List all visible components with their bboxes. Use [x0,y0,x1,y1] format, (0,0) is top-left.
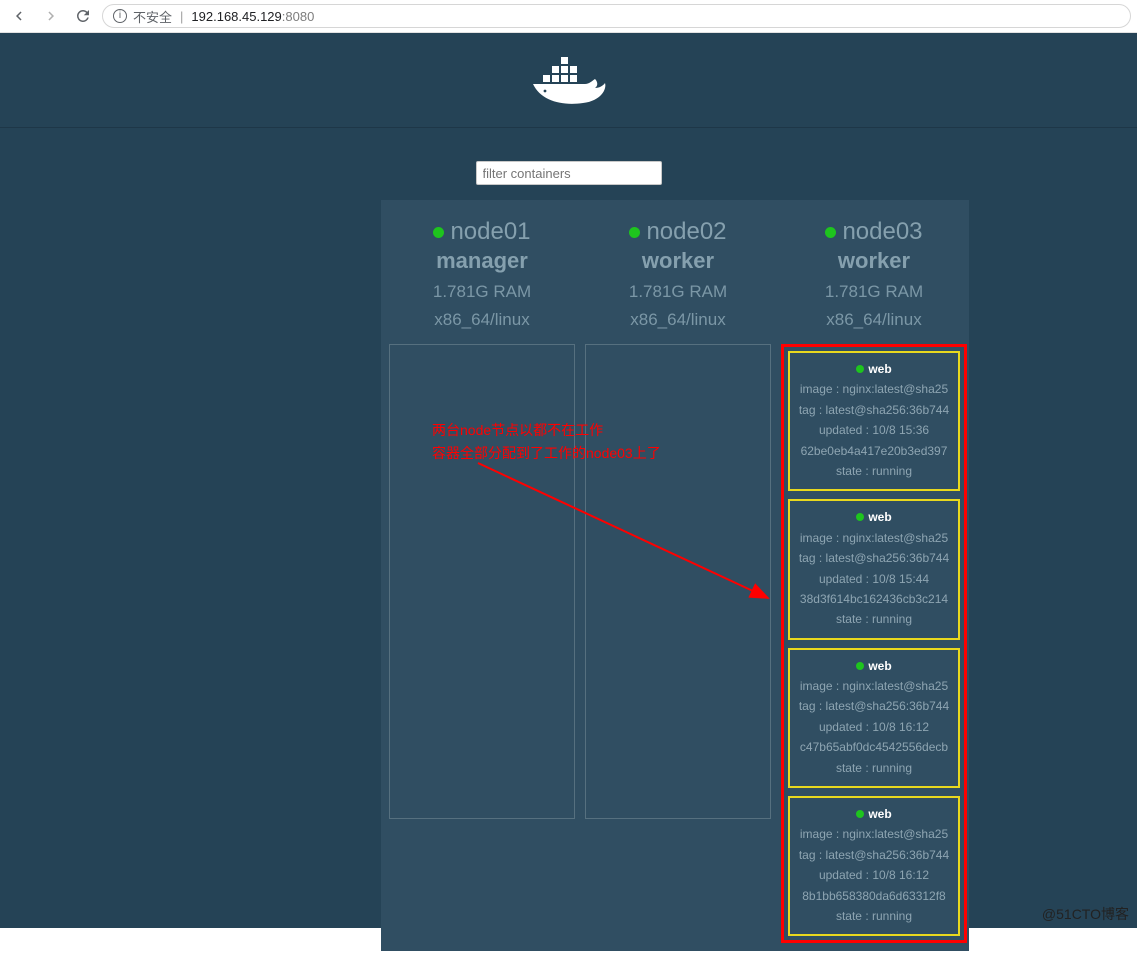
node-name: node01 [433,218,531,246]
task-updated: updated : 10/8 16:12 [792,865,956,885]
node-name-text: node02 [646,218,726,245]
task-service: web [792,359,956,379]
node-name: node03 [825,218,923,246]
tasks-container: webimage : nginx:latest@sha25tag : lates… [781,344,967,943]
node-arch: x86_64/linux [825,310,923,330]
node-role: worker [825,248,923,274]
tasks-container [389,344,575,819]
node-name-text: node03 [842,218,922,245]
tasks-container [585,344,771,819]
docker-whale-icon [529,57,609,116]
task-card[interactable]: webimage : nginx:latest@sha25tag : lates… [788,499,960,639]
node-arch: x86_64/linux [433,310,531,330]
address-separator: | [180,9,183,24]
task-image: image : nginx:latest@sha25 [792,528,956,548]
node-ram: 1.781G RAM [433,282,531,302]
task-image: image : nginx:latest@sha25 [792,676,956,696]
status-dot-icon [856,365,864,373]
node-header: node03 worker 1.781G RAM x86_64/linux [825,208,923,336]
status-dot-icon [856,810,864,818]
annotation-line-1: 两台node节点以都不在工作 [432,419,661,442]
task-updated: updated : 10/8 15:36 [792,420,956,440]
task-id: c47b65abf0dc4542556decb [792,737,956,757]
url-host: 192.168.45.129 [191,9,281,24]
task-id: 8b1bb658380da6d63312f8 [792,886,956,906]
status-dot-icon [825,227,836,238]
node-name-text: node01 [450,218,530,245]
task-card[interactable]: webimage : nginx:latest@sha25tag : lates… [788,796,960,936]
task-tag: tag : latest@sha256:36b744 [792,845,956,865]
status-dot-icon [629,227,640,238]
task-service: web [792,804,956,824]
task-id: 62be0eb4a417e20b3ed397 [792,441,956,461]
task-state: state : running [792,906,956,926]
node-role: manager [433,248,531,274]
status-dot-icon [856,513,864,521]
task-image: image : nginx:latest@sha25 [792,824,956,844]
forward-button[interactable] [38,3,64,29]
security-label: 不安全 [133,7,172,26]
node-arch: x86_64/linux [629,310,727,330]
task-updated: updated : 10/8 16:12 [792,717,956,737]
task-state: state : running [792,609,956,629]
filter-row [0,161,1137,185]
cluster-grid: node01manager1.781G RAMx86_64/linuxnode0… [381,200,969,951]
annotation-line-2: 容器全部分配到了工作的node03上了 [432,442,661,465]
back-button[interactable] [6,3,32,29]
task-state: state : running [792,461,956,481]
task-tag: tag : latest@sha256:36b744 [792,548,956,568]
node-column-node03: node03worker1.781G RAMx86_64/linuxwebima… [781,208,967,943]
task-service: web [792,507,956,527]
task-state: state : running [792,758,956,778]
node-header: node02 worker 1.781G RAM x86_64/linux [629,208,727,336]
hero-banner [0,33,1137,128]
address-bar[interactable]: i 不安全 | 192.168.45.129:8080 [102,4,1131,28]
reload-button[interactable] [70,3,96,29]
task-service: web [792,656,956,676]
annotation-text: 两台node节点以都不在工作 容器全部分配到了工作的node03上了 [432,419,661,465]
task-tag: tag : latest@sha256:36b744 [792,400,956,420]
task-updated: updated : 10/8 15:44 [792,569,956,589]
watermark: @51CTO博客 [1042,904,1129,924]
task-tag: tag : latest@sha256:36b744 [792,696,956,716]
task-card[interactable]: webimage : nginx:latest@sha25tag : lates… [788,648,960,788]
node-ram: 1.781G RAM [825,282,923,302]
url-port: :8080 [282,9,315,24]
status-dot-icon [433,227,444,238]
url-text: 192.168.45.129:8080 [191,9,314,24]
node-ram: 1.781G RAM [629,282,727,302]
status-dot-icon [856,662,864,670]
node-column-node02: node02 worker 1.781G RAM x86_64/linux [585,208,771,943]
task-image: image : nginx:latest@sha25 [792,379,956,399]
task-card[interactable]: webimage : nginx:latest@sha25tag : lates… [788,351,960,491]
browser-toolbar: i 不安全 | 192.168.45.129:8080 [0,0,1137,33]
node-name: node02 [629,218,727,246]
site-info-icon[interactable]: i [113,9,127,23]
page-body: node01manager1.781G RAMx86_64/linuxnode0… [0,33,1137,928]
node-header: node01 manager 1.781G RAM x86_64/linux [433,208,531,336]
filter-input[interactable] [476,161,662,185]
node-role: worker [629,248,727,274]
task-id: 38d3f614bc162436cb3c214 [792,589,956,609]
node-column-node01: node01 manager 1.781G RAM x86_64/linux [389,208,575,943]
